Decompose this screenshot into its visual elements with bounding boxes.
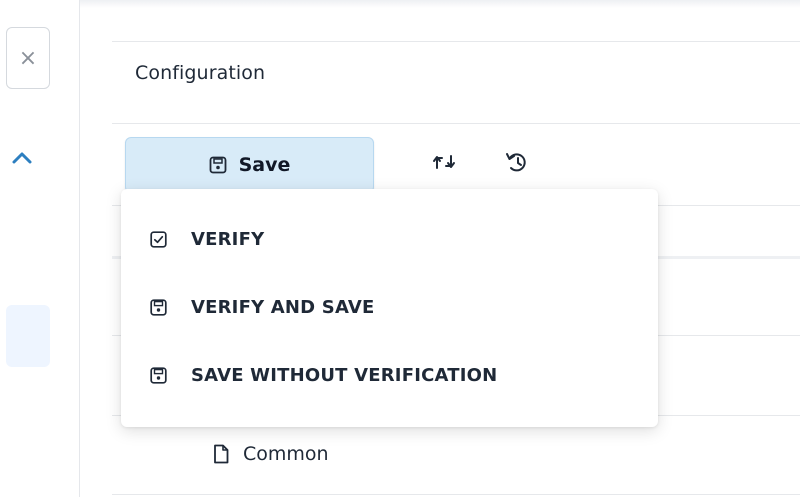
tree-item-label: Common (243, 443, 329, 465)
close-icon: × (18, 45, 38, 71)
page-title: Configuration (135, 62, 266, 84)
menu-item-save-without-verification[interactable]: SAVE WITHOUT VERIFICATION (121, 341, 658, 409)
floppy-disk-icon (209, 156, 227, 174)
file-icon (214, 444, 229, 464)
sidebar-active-item[interactable] (6, 305, 50, 367)
left-sidebar: × (0, 0, 80, 497)
close-button[interactable]: × (6, 27, 50, 89)
tree-item-common[interactable]: Common (213, 443, 329, 465)
top-divider (80, 0, 800, 8)
menu-item-label: VERIFY (191, 228, 265, 250)
divider (112, 41, 800, 42)
save-options-menu: VERIFY VERIFY AND SAVE SAVE WITHOUT VERI… (121, 189, 658, 427)
menu-item-verify-and-save[interactable]: VERIFY AND SAVE (121, 273, 658, 341)
check-square-icon (150, 230, 167, 248)
menu-item-label: VERIFY AND SAVE (191, 296, 375, 318)
swap-arrows-icon[interactable] (432, 150, 456, 174)
app-root: × Configuration Save Common VERIFY VERIF… (0, 0, 800, 497)
divider (112, 123, 800, 124)
floppy-disk-icon (150, 366, 167, 384)
menu-item-verify[interactable]: VERIFY (121, 205, 658, 273)
history-icon[interactable] (505, 150, 529, 174)
chevron-up-icon[interactable] (10, 147, 34, 169)
save-button-label: Save (238, 154, 291, 176)
save-button[interactable]: Save (125, 137, 374, 193)
floppy-disk-icon (150, 298, 167, 316)
menu-item-label: SAVE WITHOUT VERIFICATION (191, 364, 498, 386)
divider (112, 494, 800, 495)
